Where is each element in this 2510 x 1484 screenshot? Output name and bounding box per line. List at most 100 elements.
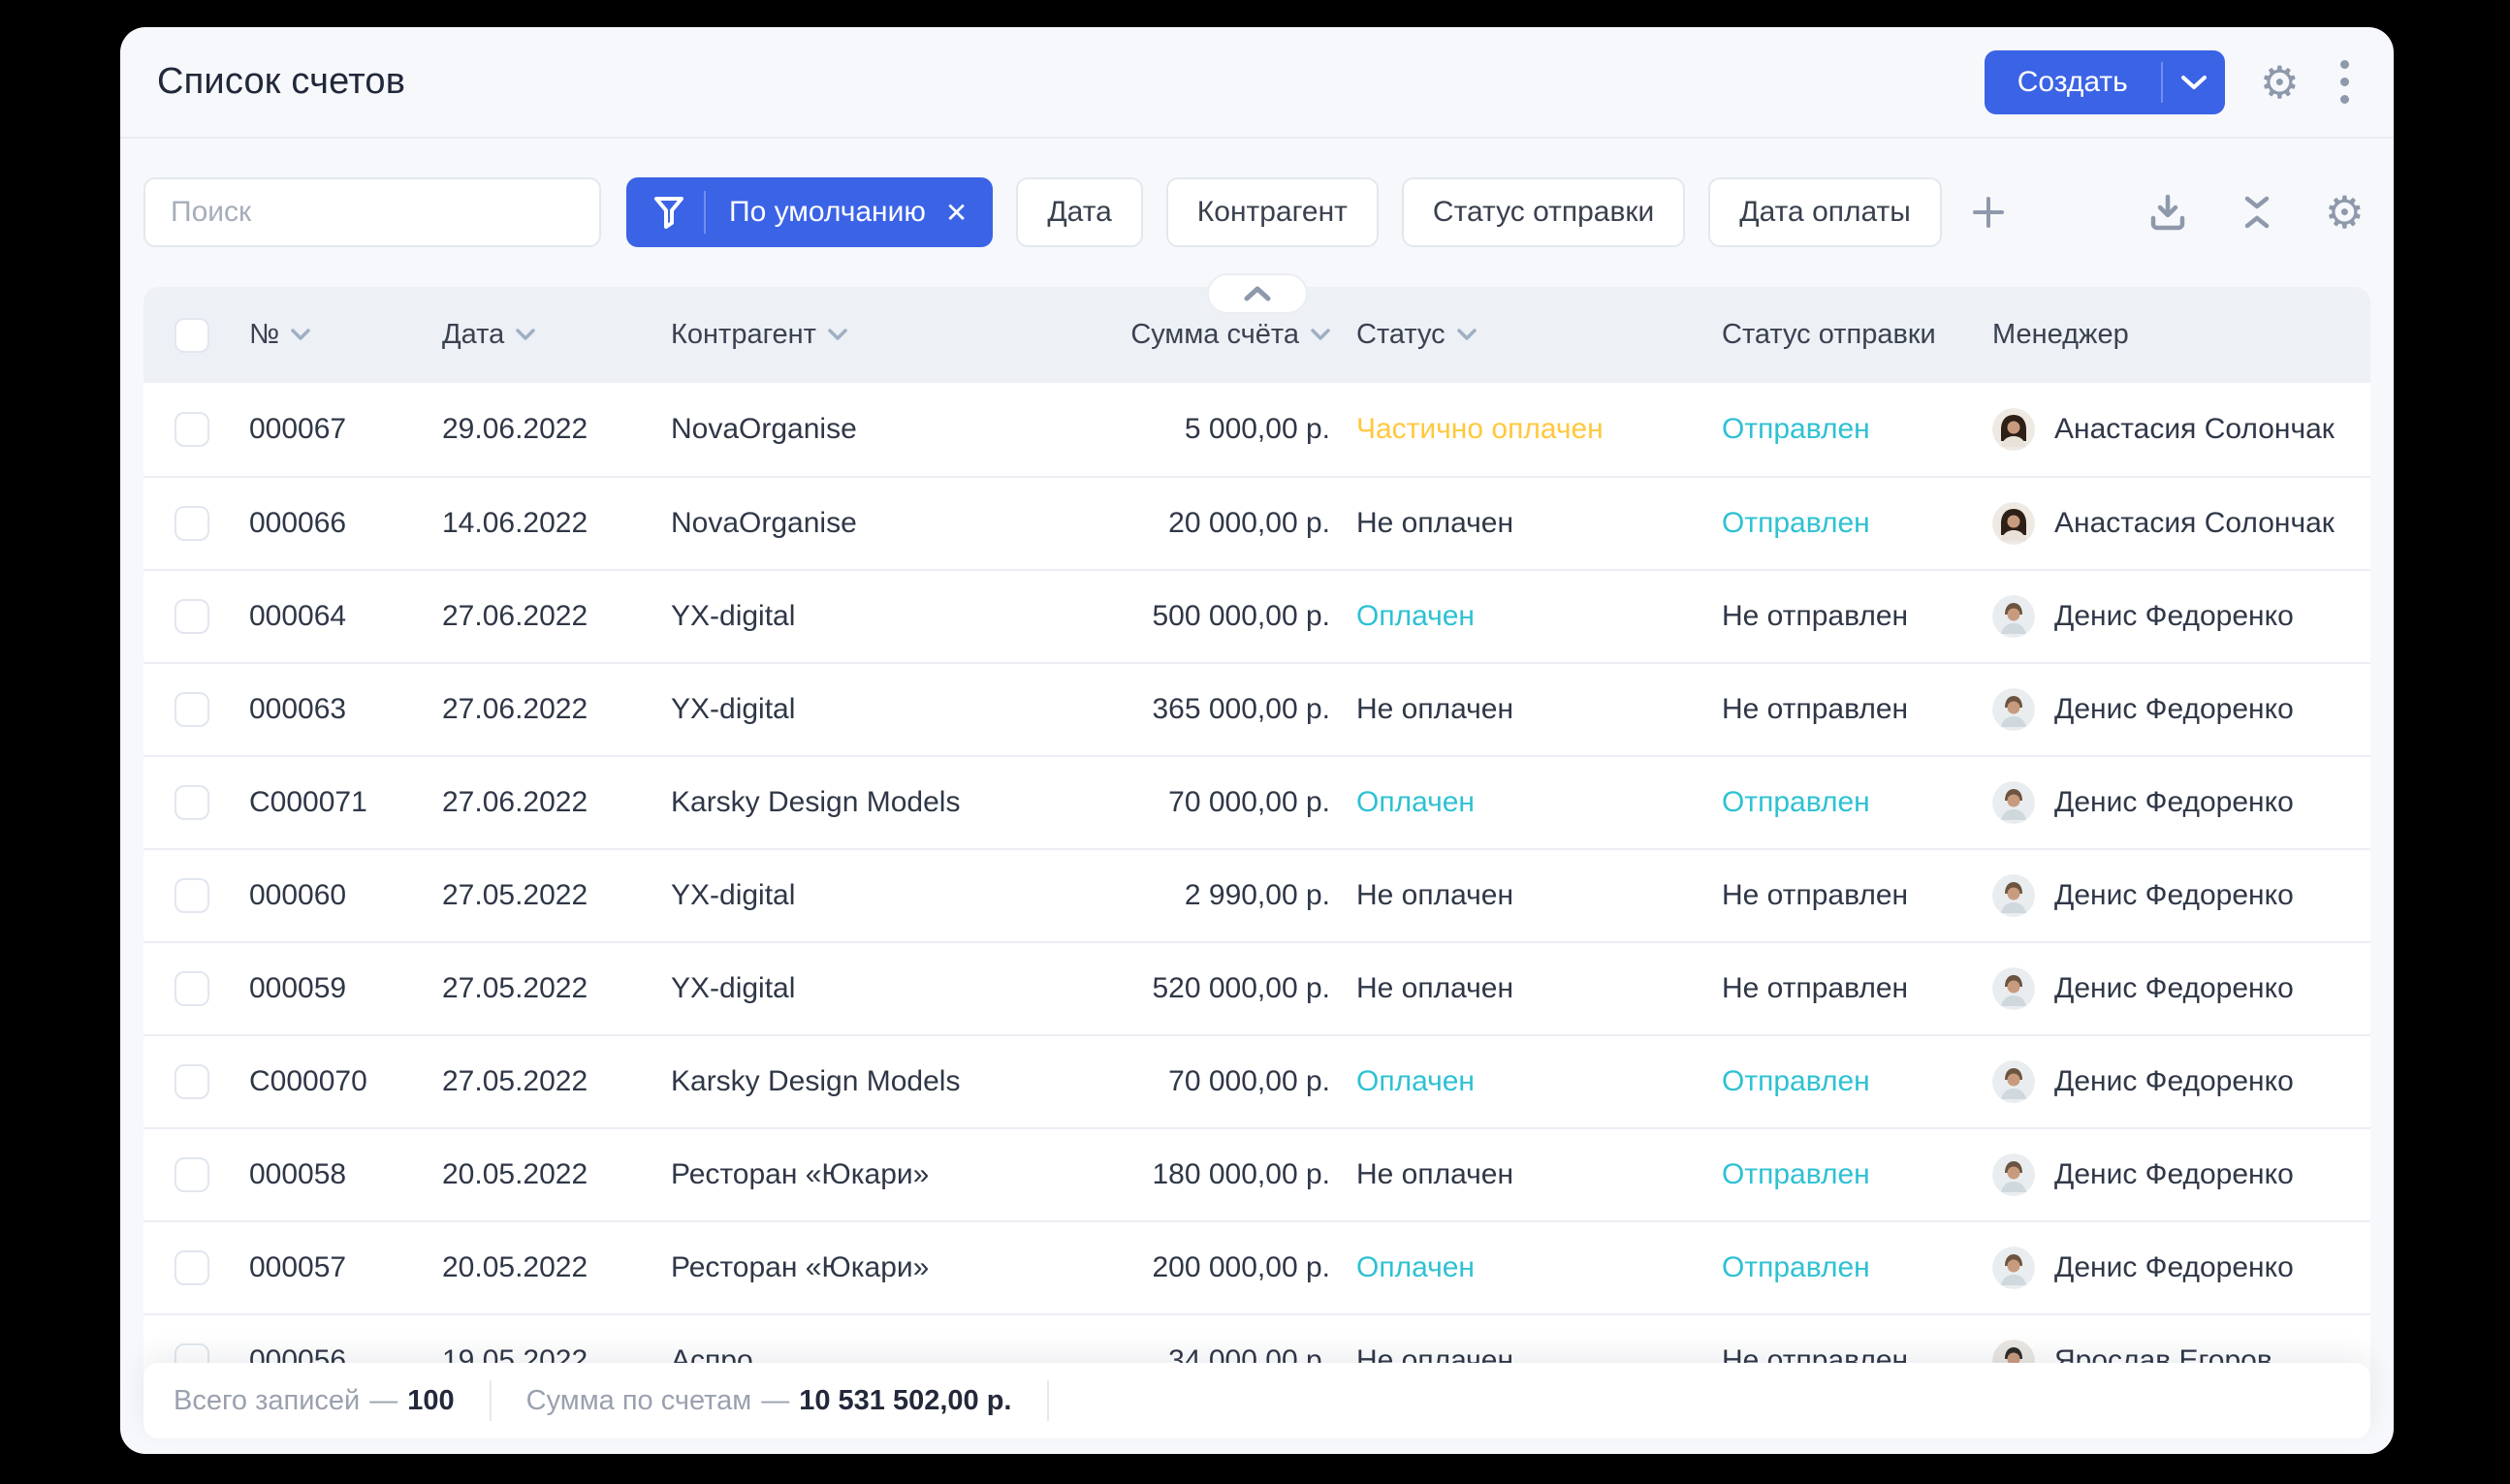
invoice-number: 000059 [231, 972, 425, 1005]
payment-status: Не оплачен [1330, 1158, 1704, 1191]
invoice-list-card: Список счетов Создать ⚙ По умолчанию [120, 27, 2394, 1454]
payment-status: Оплачен [1330, 1065, 1704, 1098]
table-settings-gear-icon[interactable]: ⚙ [2325, 190, 2365, 235]
filter-button-1[interactable]: Дата [1016, 177, 1142, 247]
row-checkbox-cell [143, 692, 231, 727]
row-checkbox-cell [143, 785, 231, 820]
row-checkbox-cell [143, 1250, 231, 1285]
page-title: Список счетов [157, 61, 405, 103]
manager-name: Анастасия Солончак [2054, 413, 2335, 446]
row-checkbox[interactable] [175, 785, 209, 820]
table-row[interactable]: 00005720.05.2022Ресторан «Юкари»200 000,… [143, 1220, 2370, 1313]
invoice-number: 000058 [231, 1158, 425, 1191]
collapse-icon[interactable] [2240, 191, 2274, 234]
invoice-amount: 200 000,00 р. [1123, 1251, 1330, 1284]
shipping-status: Отправлен [1704, 413, 1976, 446]
avatar [1992, 781, 2035, 824]
add-filter-button[interactable] [1969, 193, 2008, 232]
avatar [1992, 1153, 2035, 1196]
table-row[interactable]: 00006729.06.2022NovaOrganise5 000,00 р.Ч… [143, 383, 2370, 476]
row-checkbox-cell [143, 599, 231, 634]
invoice-date: 27.06.2022 [425, 693, 657, 726]
active-filter-chip[interactable]: По умолчанию ✕ [626, 177, 993, 247]
invoices-sum-label: Сумма по счетам [526, 1385, 752, 1417]
invoice-number: 000064 [231, 600, 425, 633]
row-checkbox[interactable] [175, 878, 209, 913]
payment-status: Не оплачен [1330, 693, 1704, 726]
table-row[interactable]: 00005927.05.2022YX-digital520 000,00 р.Н… [143, 941, 2370, 1034]
column-header-date[interactable]: Дата [425, 319, 657, 351]
page-header: Список счетов Создать ⚙ [120, 27, 2394, 139]
chevron-up-icon [1243, 285, 1272, 302]
kebab-menu-icon[interactable] [2335, 54, 2355, 110]
shipping-status: Не отправлен [1704, 600, 1976, 633]
invoice-date: 29.06.2022 [425, 413, 657, 446]
invoice-table: №ДатаКонтрагентСумма счётаСтатусСтатус о… [143, 287, 2370, 1431]
shipping-status: Не отправлен [1704, 879, 1976, 912]
payment-status: Оплачен [1330, 600, 1704, 633]
contractor-name: YX-digital [657, 693, 1123, 726]
avatar [1992, 595, 2035, 638]
create-split-button[interactable]: Создать [1985, 50, 2225, 114]
row-checkbox[interactable] [175, 692, 209, 727]
table-row[interactable]: 00006327.06.2022YX-digital365 000,00 р.Н… [143, 662, 2370, 755]
row-checkbox-cell [143, 506, 231, 541]
invoice-amount: 20 000,00 р. [1123, 507, 1330, 540]
invoice-amount: 365 000,00 р. [1123, 693, 1330, 726]
row-checkbox[interactable] [175, 599, 209, 634]
row-checkbox[interactable] [175, 506, 209, 541]
manager-cell: Денис Федоренко [1976, 1153, 2370, 1196]
invoice-number: 000060 [231, 879, 425, 912]
column-header-contr[interactable]: Контрагент [657, 319, 1123, 351]
contractor-name: Ресторан «Юкари» [657, 1251, 1123, 1284]
filter-button-2[interactable]: Контрагент [1166, 177, 1379, 247]
shipping-status: Отправлен [1704, 786, 1976, 819]
row-checkbox[interactable] [175, 412, 209, 447]
select-all-checkbox[interactable] [175, 318, 209, 353]
avatar [1992, 502, 2035, 545]
filter-button-4[interactable]: Дата оплаты [1708, 177, 1942, 247]
column-label: Дата [442, 319, 504, 351]
gear-icon[interactable]: ⚙ [2260, 60, 2300, 105]
invoice-date: 20.05.2022 [425, 1158, 657, 1191]
column-label: Сумма счёта [1130, 319, 1299, 351]
invoice-amount: 520 000,00 р. [1123, 972, 1330, 1005]
avatar [1992, 1060, 2035, 1103]
dash: — [761, 1385, 789, 1417]
column-header-num[interactable]: № [231, 319, 425, 351]
search-input[interactable] [143, 177, 601, 247]
shipping-status: Отправлен [1704, 1251, 1976, 1284]
row-checkbox-cell [143, 412, 231, 447]
row-checkbox[interactable] [175, 971, 209, 1006]
column-header-status[interactable]: Статус [1330, 319, 1704, 351]
filter-button-3[interactable]: Статус отправки [1402, 177, 1685, 247]
invoice-number: C000070 [231, 1065, 425, 1098]
manager-name: Денис Федоренко [2054, 1158, 2294, 1191]
table-row[interactable]: C00007127.06.2022Karsky Design Models70 … [143, 755, 2370, 848]
manager-name: Анастасия Солончак [2054, 507, 2335, 540]
payment-status: Не оплачен [1330, 507, 1704, 540]
row-checkbox[interactable] [175, 1250, 209, 1285]
table-row[interactable]: 00005820.05.2022Ресторан «Юкари»180 000,… [143, 1127, 2370, 1220]
invoice-amount: 180 000,00 р. [1123, 1158, 1330, 1191]
collapse-table-handle[interactable] [1207, 273, 1308, 314]
close-icon[interactable]: ✕ [941, 197, 987, 229]
invoice-date: 27.05.2022 [425, 972, 657, 1005]
row-checkbox[interactable] [175, 1064, 209, 1099]
manager-name: Денис Федоренко [2054, 786, 2294, 819]
table-row[interactable]: 00006427.06.2022YX-digital500 000,00 р.О… [143, 569, 2370, 662]
create-dropdown-toggle[interactable] [2163, 50, 2225, 114]
sort-chevron-down-icon [1311, 329, 1330, 341]
row-checkbox[interactable] [175, 1157, 209, 1192]
create-button[interactable]: Создать [1985, 50, 2161, 114]
manager-cell: Денис Федоренко [1976, 1247, 2370, 1289]
download-icon[interactable] [2146, 191, 2189, 234]
column-header-sum[interactable]: Сумма счёта [1123, 319, 1330, 351]
manager-name: Денис Федоренко [2054, 1251, 2294, 1284]
footer-divider [1047, 1380, 1049, 1421]
table-row[interactable]: 00006614.06.2022NovaOrganise20 000,00 р.… [143, 476, 2370, 569]
payment-status: Оплачен [1330, 786, 1704, 819]
table-row[interactable]: 00006027.05.2022YX-digital2 990,00 р.Не … [143, 848, 2370, 941]
sort-chevron-down-icon [828, 329, 847, 341]
table-row[interactable]: C00007027.05.2022Karsky Design Models70 … [143, 1034, 2370, 1127]
